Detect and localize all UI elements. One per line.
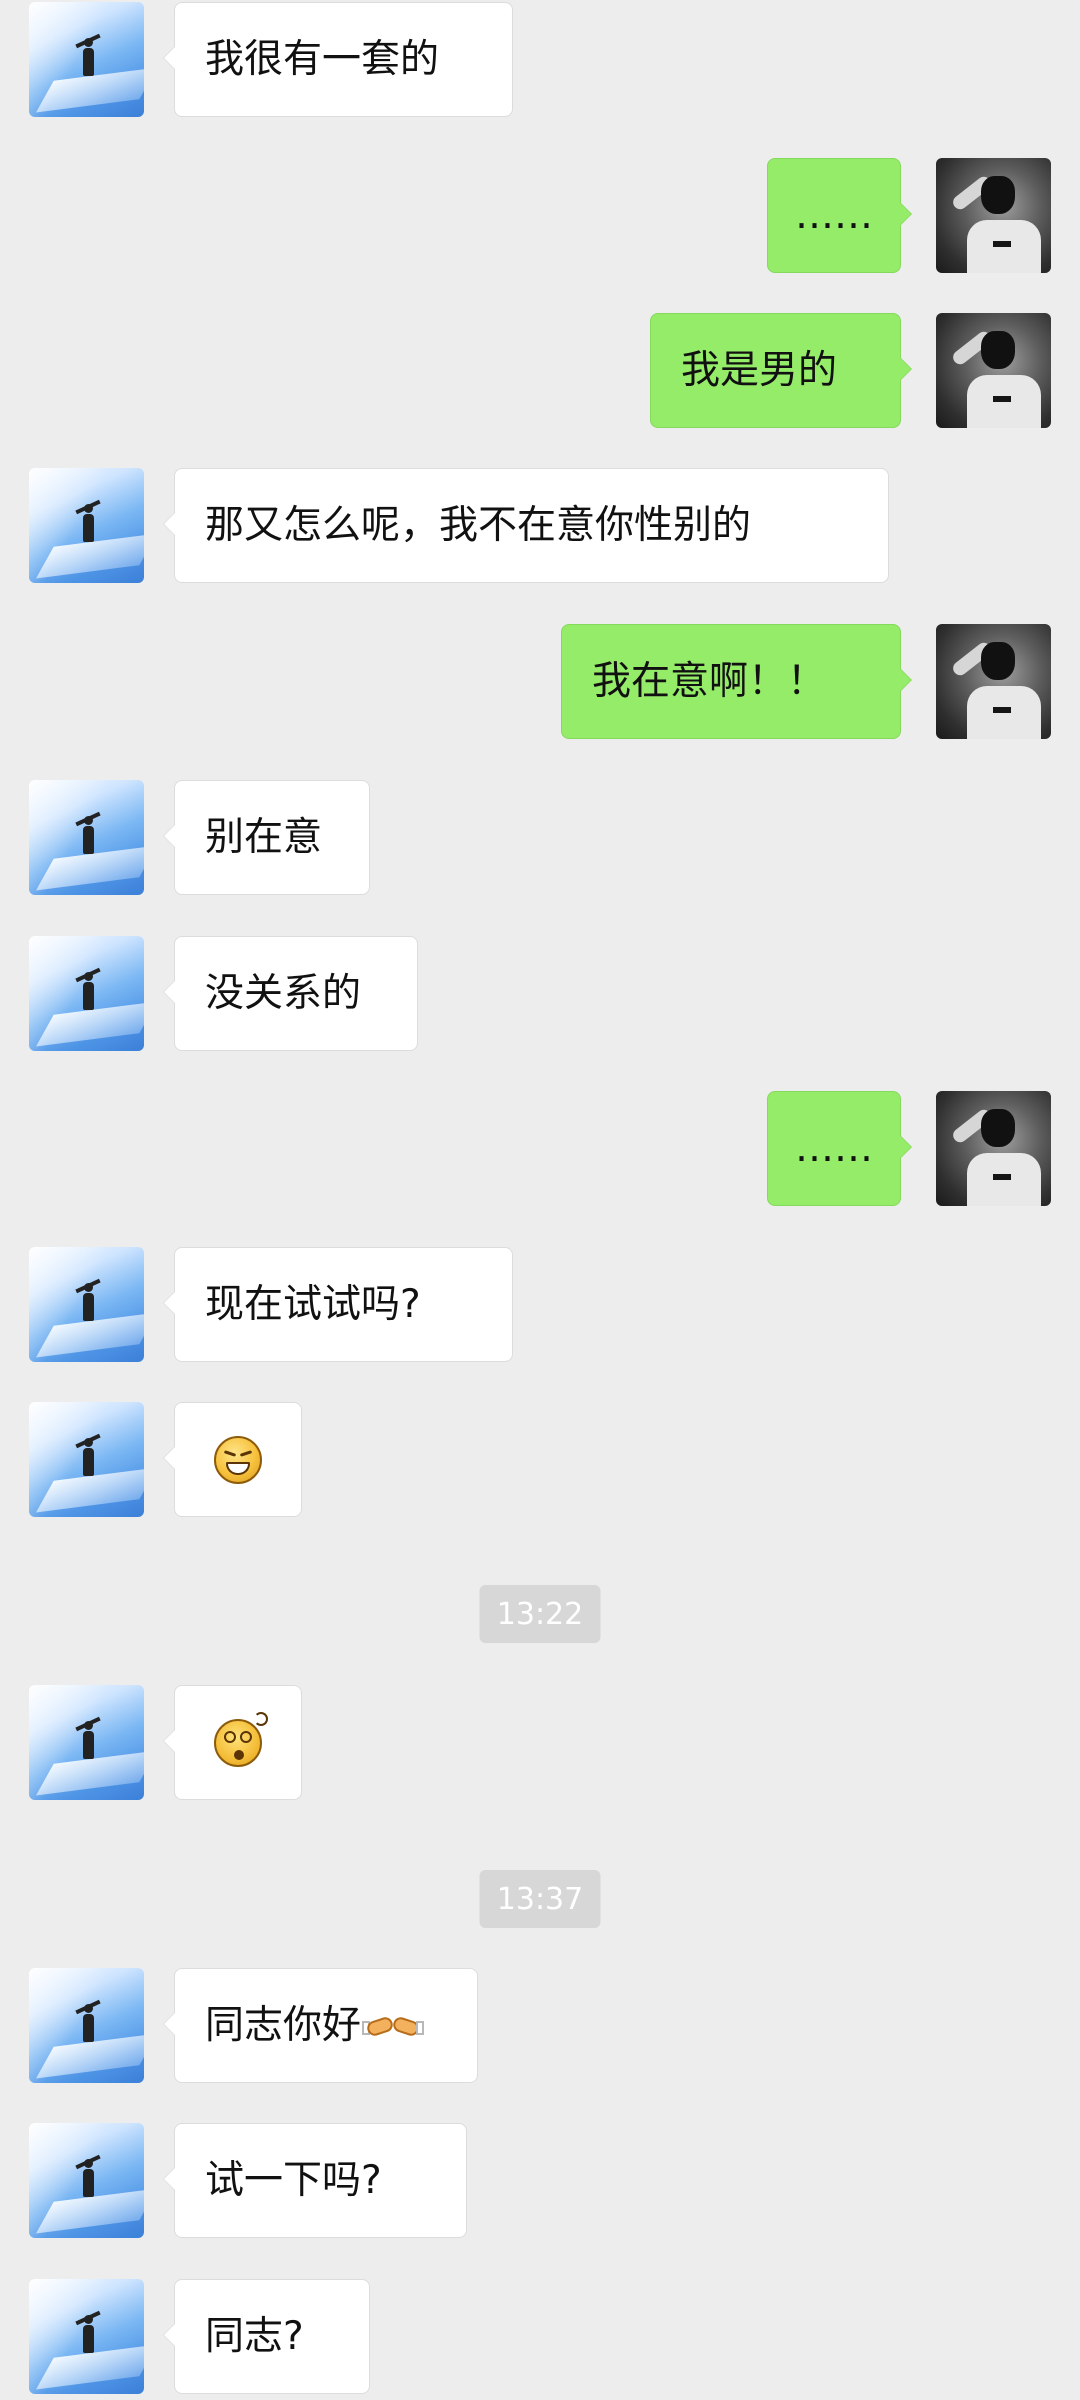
message-row: …… bbox=[0, 1091, 1080, 1209]
person-head bbox=[981, 331, 1015, 369]
message-text: …… bbox=[795, 193, 873, 238]
message-text: 那又怎么呢，我不在意你性别的 bbox=[205, 503, 752, 548]
message-bubble-self[interactable]: 我在意啊！！ bbox=[561, 624, 912, 739]
message-row: 试一下吗? bbox=[0, 2123, 1080, 2241]
other-avatar[interactable] bbox=[29, 1402, 144, 1517]
emoji-bubble-other[interactable] bbox=[163, 1402, 302, 1517]
dizzy-eye-right bbox=[240, 1730, 252, 1743]
dizzy-face-icon bbox=[214, 1711, 268, 1767]
dizzy-mouth bbox=[234, 1749, 244, 1760]
grinning-mouth bbox=[226, 1461, 250, 1475]
message-text: 同志? bbox=[205, 2314, 304, 2359]
other-avatar[interactable] bbox=[29, 780, 144, 895]
self-avatar[interactable] bbox=[936, 313, 1051, 428]
message-bubble-other[interactable]: 同志? bbox=[163, 2279, 370, 2394]
message-bubble-self[interactable]: …… bbox=[767, 158, 912, 273]
message-row: …… bbox=[0, 158, 1080, 276]
message-bubble-other[interactable]: 没关系的 bbox=[163, 936, 418, 1051]
grinning-face-icon bbox=[214, 1435, 262, 1484]
person-head bbox=[981, 1109, 1015, 1147]
dizzy-swirl bbox=[254, 1711, 268, 1726]
message-row: 没关系的 bbox=[0, 936, 1080, 1054]
message-row: 现在试试吗? bbox=[0, 1247, 1080, 1365]
message-text: 我很有一套的 bbox=[205, 37, 440, 82]
message-bubble-other[interactable]: 现在试试吗? bbox=[163, 1247, 513, 1362]
timestamp-badge: 13:37 bbox=[479, 1870, 601, 1928]
message-row bbox=[0, 1685, 1080, 1803]
person-head bbox=[981, 642, 1015, 680]
person-figure bbox=[83, 2159, 94, 2197]
self-avatar[interactable] bbox=[936, 1091, 1051, 1206]
message-row: 同志你好 bbox=[0, 1968, 1080, 2086]
person-figure bbox=[83, 38, 94, 76]
message-row: 我很有一套的 bbox=[0, 2, 1080, 120]
other-avatar[interactable] bbox=[29, 936, 144, 1051]
message-text: 我在意啊！！ bbox=[592, 659, 827, 704]
timestamp-text: 13:37 bbox=[496, 1881, 584, 1917]
message-row: 我在意啊！！ bbox=[0, 624, 1080, 742]
message-text: …… bbox=[795, 1126, 873, 1171]
other-avatar[interactable] bbox=[29, 1968, 144, 2083]
message-text: 同志你好 bbox=[205, 2003, 362, 2048]
message-bubble-other[interactable]: 那又怎么呢，我不在意你性别的 bbox=[163, 468, 889, 583]
other-avatar[interactable] bbox=[29, 1685, 144, 1800]
grinning-eye-left bbox=[223, 1449, 237, 1457]
chat-window: 我很有一套的 …… 我是男的 那又怎么呢，我不在意你性别的 我在意啊！！ 别在意… bbox=[0, 0, 1080, 2400]
message-bubble-other[interactable]: 试一下吗? bbox=[163, 2123, 467, 2238]
message-text: 现在试试吗? bbox=[205, 1282, 421, 1327]
other-avatar[interactable] bbox=[29, 468, 144, 583]
message-row: 那又怎么呢，我不在意你性别的 bbox=[0, 468, 1080, 586]
person-figure bbox=[83, 2315, 94, 2353]
person-figure bbox=[83, 1438, 94, 1476]
message-text: 别在意 bbox=[205, 815, 323, 860]
message-text: 没关系的 bbox=[205, 971, 362, 1016]
handshake-icon bbox=[362, 2007, 425, 2045]
message-row bbox=[0, 1402, 1080, 1520]
message-row: 同志? bbox=[0, 2279, 1080, 2397]
shirt-logo bbox=[993, 707, 1011, 713]
message-bubble-other[interactable]: 别在意 bbox=[163, 780, 370, 895]
message-row: 别在意 bbox=[0, 780, 1080, 898]
person-figure bbox=[83, 972, 94, 1010]
person-figure bbox=[83, 1721, 94, 1759]
handshake-cuff-right bbox=[416, 2020, 425, 2035]
person-figure bbox=[83, 504, 94, 542]
shirt-logo bbox=[993, 396, 1011, 402]
message-bubble-other[interactable]: 同志你好 bbox=[163, 1968, 478, 2083]
dizzy-eye-left bbox=[224, 1730, 236, 1743]
message-bubble-other[interactable]: 我很有一套的 bbox=[163, 2, 513, 117]
person-figure bbox=[83, 2004, 94, 2042]
message-bubble-self[interactable]: 我是男的 bbox=[650, 313, 912, 428]
timestamp-badge: 13:22 bbox=[479, 1585, 601, 1643]
emoji-bubble-other[interactable] bbox=[163, 1685, 302, 1800]
message-text: 我是男的 bbox=[681, 348, 838, 393]
message-bubble-self[interactable]: …… bbox=[767, 1091, 912, 1206]
person-figure bbox=[83, 1283, 94, 1321]
shirt-logo bbox=[993, 1174, 1011, 1180]
grinning-eye-right bbox=[239, 1449, 253, 1457]
self-avatar[interactable] bbox=[936, 158, 1051, 273]
timestamp-text: 13:22 bbox=[496, 1596, 584, 1632]
handshake-hand-left bbox=[365, 2014, 395, 2038]
other-avatar[interactable] bbox=[29, 2, 144, 117]
self-avatar[interactable] bbox=[936, 624, 1051, 739]
shirt-logo bbox=[993, 241, 1011, 247]
person-head bbox=[981, 176, 1015, 214]
other-avatar[interactable] bbox=[29, 2123, 144, 2238]
message-text: 试一下吗? bbox=[205, 2158, 382, 2203]
other-avatar[interactable] bbox=[29, 2279, 144, 2394]
person-figure bbox=[83, 816, 94, 854]
other-avatar[interactable] bbox=[29, 1247, 144, 1362]
message-row: 我是男的 bbox=[0, 313, 1080, 431]
